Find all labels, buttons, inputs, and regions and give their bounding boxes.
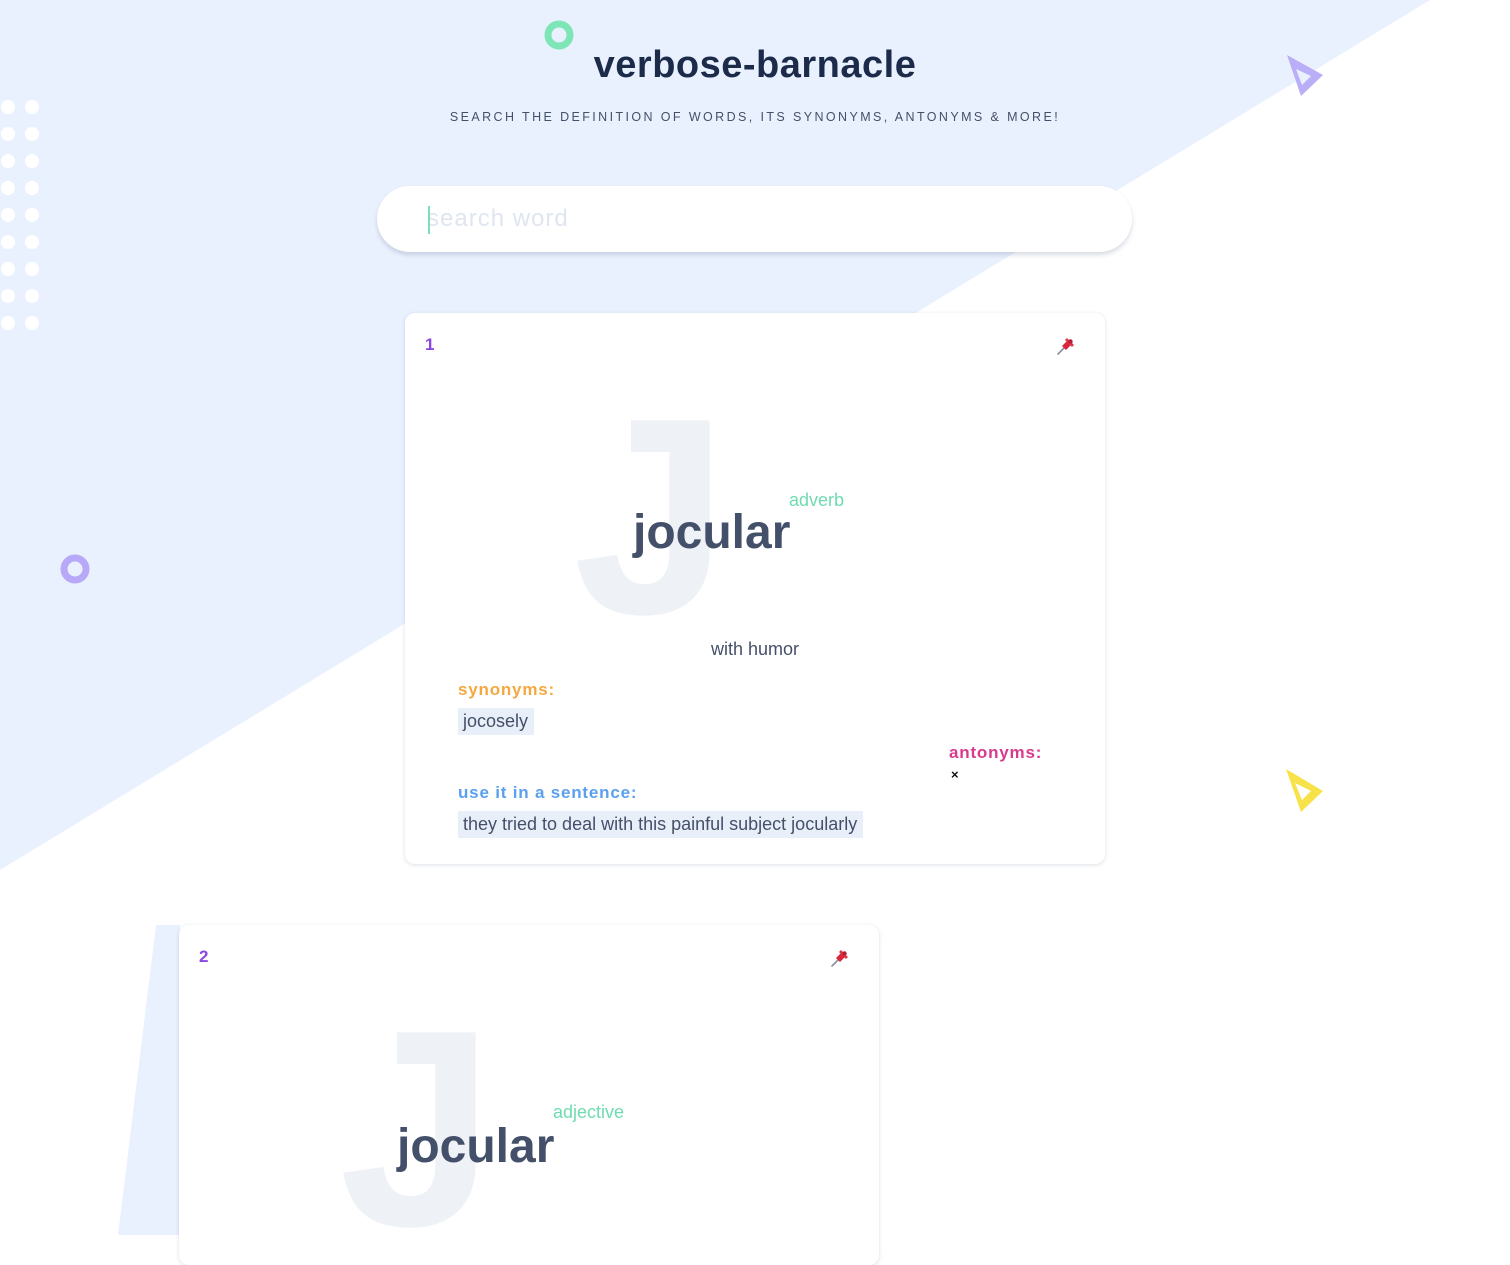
part-of-speech: adverb bbox=[789, 490, 845, 510]
pushpin-icon[interactable] bbox=[1055, 335, 1077, 357]
sentence-label: use it in a sentence: bbox=[458, 783, 638, 802]
example-sentence: they tried to deal with this painful sub… bbox=[458, 811, 864, 838]
word-heading: jocular bbox=[397, 1120, 555, 1173]
pushpin-icon[interactable] bbox=[829, 947, 851, 969]
app-subtitle: SEARCH THE DEFINITION OF WORDS, ITS SYNO… bbox=[449, 110, 1061, 124]
word-card: 2 J jocular adjective bbox=[179, 925, 879, 1265]
part-of-speech: adjective bbox=[553, 1102, 625, 1122]
no-antonyms-icon: × bbox=[951, 767, 959, 782]
card-index: 2 bbox=[199, 947, 209, 966]
synonyms-label: synonyms: bbox=[458, 680, 555, 699]
background-shape-lower bbox=[118, 925, 180, 1235]
word-card: 1 J jocular adverb with humor synonyms: … bbox=[405, 313, 1105, 864]
search-bar[interactable] bbox=[377, 186, 1132, 252]
text-caret bbox=[428, 206, 430, 234]
triangle-yellow bbox=[1286, 769, 1323, 812]
antonyms-label: antonyms: bbox=[949, 743, 1043, 762]
card-index: 1 bbox=[425, 335, 435, 354]
search-input[interactable] bbox=[427, 199, 1087, 239]
app-title: verbose-barnacle bbox=[593, 44, 917, 86]
definition: with humor bbox=[710, 639, 800, 659]
synonym-chip[interactable]: jocosely bbox=[458, 708, 535, 735]
word-heading: jocular bbox=[633, 506, 791, 559]
